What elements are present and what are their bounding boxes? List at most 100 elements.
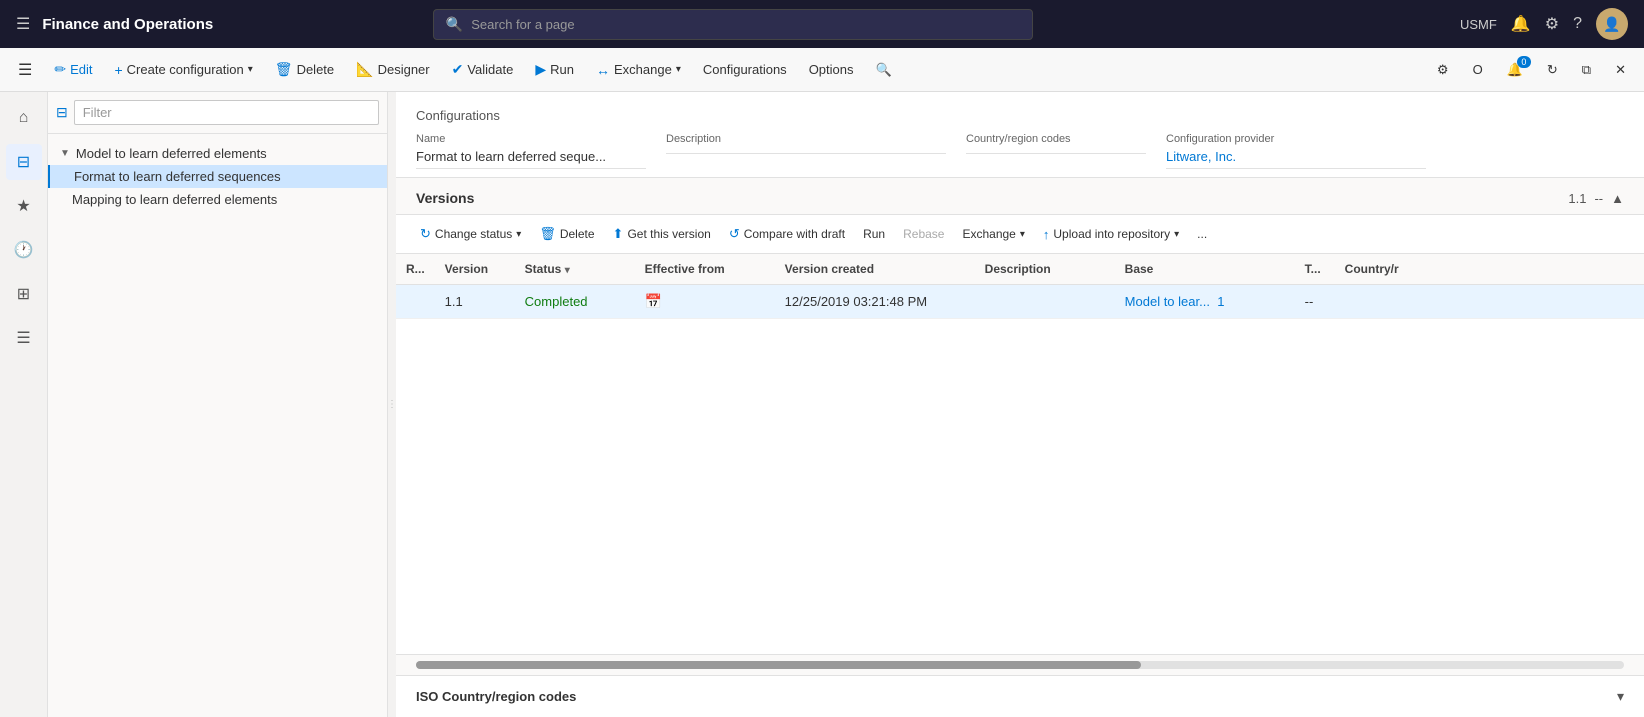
upload-chevron-icon: ▾ (1174, 229, 1179, 240)
search-cmd-button[interactable]: 🔍 (866, 56, 902, 84)
validate-button[interactable]: ✔ Validate (442, 55, 524, 84)
cell-description (975, 285, 1115, 319)
vertical-divider[interactable]: ⋮ (388, 92, 396, 717)
versions-table: R... Version Status ▾ Effective from Ver… (396, 254, 1644, 654)
designer-icon: 📐 (356, 61, 373, 78)
name-label: Name (416, 133, 646, 145)
notification-icon[interactable]: 🔔 (1511, 14, 1531, 34)
tree-item-model[interactable]: ▼ Model to learn deferred elements (48, 142, 387, 165)
iso-section[interactable]: ISO Country/region codes ▾ (396, 675, 1644, 717)
country-label: Country/region codes (966, 133, 1146, 145)
search-input[interactable] (471, 17, 1020, 32)
filter-icon[interactable]: ⊟ (6, 144, 42, 180)
search-box[interactable]: 🔍 (433, 9, 1033, 40)
run-button[interactable]: ▶ Run (525, 55, 584, 84)
col-status[interactable]: Status ▾ (515, 254, 635, 285)
list-icon[interactable]: ☰ (6, 320, 42, 356)
settings-icon[interactable]: ⚙ (1545, 14, 1559, 34)
filter-bar: ⊟ (48, 92, 387, 134)
iso-collapse-icon: ▾ (1617, 688, 1624, 705)
recent-icon[interactable]: 🕐 (6, 232, 42, 268)
col-t: T... (1295, 254, 1335, 285)
col-version: Version (435, 254, 515, 285)
tree-item-format[interactable]: Format to learn deferred sequences (48, 165, 387, 188)
tree-item-mapping[interactable]: Mapping to learn deferred elements (48, 188, 387, 211)
table-header-row: R... Version Status ▾ Effective from Ver… (396, 254, 1644, 285)
version-indicator: 1.1 (1568, 191, 1586, 206)
nav-menu-icon: ☰ (18, 60, 32, 80)
designer-button[interactable]: 📐 Designer (346, 55, 439, 84)
collapse-versions-icon[interactable]: ▲ (1611, 191, 1624, 206)
exchange-button[interactable]: ↔ Exchange ▾ (586, 56, 691, 84)
config-section-title: Configurations (416, 108, 1624, 123)
upload-repository-button[interactable]: ↑ Upload into repository ▾ (1035, 222, 1187, 247)
versions-run-button[interactable]: Run (855, 222, 893, 246)
col-base: Base (1115, 254, 1295, 285)
office-button[interactable]: O (1463, 56, 1493, 83)
description-value (666, 149, 946, 154)
description-field: Description (666, 133, 966, 169)
get-this-version-button[interactable]: ⬆ Get this version (605, 221, 719, 247)
horizontal-scrollbar[interactable] (416, 661, 1624, 669)
create-configuration-button[interactable]: + Create configuration ▾ (104, 56, 262, 84)
col-description: Description (975, 254, 1115, 285)
exchange-icon: ↔ (596, 62, 610, 78)
change-status-button[interactable]: ↻ Change status ▾ (412, 221, 529, 247)
versions-delete-button[interactable]: 🗑 Delete (531, 221, 602, 247)
home-icon[interactable]: ⌂ (6, 100, 42, 136)
cell-effective-from: 📅 (635, 285, 775, 319)
app-title: Finance and Operations (42, 16, 213, 33)
close-button[interactable]: ✕ (1605, 56, 1636, 84)
tree-item-label: Model to learn deferred elements (76, 146, 267, 161)
notification-cmd-button[interactable]: 🔔 0 (1497, 56, 1533, 84)
tree-item-format-label: Format to learn deferred sequences (74, 169, 281, 184)
edit-button[interactable]: ✏ Edit (44, 55, 102, 84)
get-version-icon: ⬆ (613, 226, 624, 242)
hamburger-icon[interactable]: ☰ (16, 14, 30, 34)
country-value (966, 149, 1146, 154)
sidebar-strip: ⌂ ⊟ ★ 🕐 ⊞ ☰ (0, 92, 48, 717)
base-version-link[interactable]: 1 (1217, 294, 1224, 309)
search-icon: 🔍 (446, 16, 463, 33)
col-country: Country/r (1335, 254, 1644, 285)
change-status-chevron: ▾ (516, 229, 521, 240)
settings-cmd-button[interactable]: ⚙ (1427, 56, 1459, 84)
options-button[interactable]: Options (799, 56, 864, 83)
configurations-button[interactable]: Configurations (693, 56, 797, 83)
col-effective-from: Effective from (635, 254, 775, 285)
table-row[interactable]: 1.1 Completed 📅 12/25/2019 03:21:48 PM M… (396, 285, 1644, 319)
filter-status-icon: ▾ (565, 265, 570, 276)
cell-status: Completed (515, 285, 635, 319)
filter-input[interactable] (74, 100, 379, 125)
compare-with-draft-button[interactable]: ↺ Compare with draft (721, 221, 853, 247)
versions-header: Versions 1.1 -- ▲ (396, 178, 1644, 215)
exchange-versions-chevron: ▾ (1020, 229, 1025, 240)
version-dash: -- (1594, 191, 1603, 206)
base-link[interactable]: Model to lear... (1125, 294, 1210, 309)
avatar[interactable]: 👤 (1596, 8, 1628, 40)
workspace-icon[interactable]: ⊞ (6, 276, 42, 312)
left-panel: ⊟ ▼ Model to learn deferred elements For… (48, 92, 388, 717)
scrollbar-thumb (416, 661, 1141, 669)
filter-icon: ⊟ (56, 104, 68, 121)
scroll-section (396, 654, 1644, 675)
description-label: Description (666, 133, 946, 145)
command-bar: ☰ ✏ Edit + Create configuration ▾ 🗑 Dele… (0, 48, 1644, 92)
cell-version: 1.1 (435, 285, 515, 319)
restore-button[interactable]: ⧉ (1572, 56, 1601, 84)
refresh-button[interactable]: ↻ (1537, 56, 1568, 84)
nav-menu-button[interactable]: ☰ (8, 54, 42, 86)
change-status-icon: ↻ (420, 226, 431, 242)
environment-label: USMF (1460, 17, 1497, 32)
delete-button[interactable]: 🗑 Delete (265, 55, 344, 84)
help-icon[interactable]: ? (1573, 15, 1582, 33)
versions-exchange-button[interactable]: Exchange ▾ (954, 222, 1032, 246)
collapse-icon[interactable]: ▼ (60, 148, 70, 159)
more-button[interactable]: ... (1189, 222, 1215, 246)
config-fields: Name Format to learn deferred seque... D… (416, 133, 1624, 169)
provider-value[interactable]: Litware, Inc. (1166, 149, 1426, 169)
favorite-icon[interactable]: ★ (6, 188, 42, 224)
name-value: Format to learn deferred seque... (416, 149, 646, 169)
main-layout: ⌂ ⊟ ★ 🕐 ⊞ ☰ ⊟ ▼ Model to learn deferred … (0, 92, 1644, 717)
cell-country (1335, 285, 1644, 319)
